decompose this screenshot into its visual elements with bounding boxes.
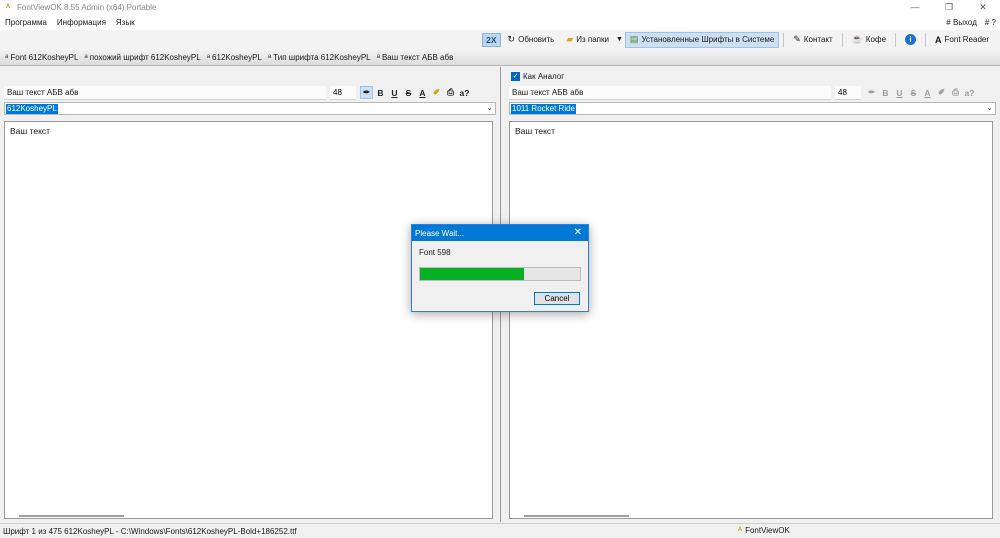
underline-button[interactable]: U: [388, 86, 401, 99]
progress-bar: [419, 267, 581, 281]
left-controls: ✒ B U S A ✐ ⎙ a?: [4, 85, 496, 100]
menu-info[interactable]: Информация: [52, 18, 111, 27]
text-color-icon[interactable]: A: [416, 86, 429, 99]
toolbar: 2X ↻ Обновить ▰ Из папки ▼ ▤ Установленн…: [0, 30, 1000, 49]
right-preview-area[interactable]: Ваш текст: [509, 121, 993, 519]
dialog-message: Font 598: [419, 248, 451, 257]
please-wait-dialog: Please Wait... ✕ Font 598 Cancel: [411, 224, 589, 312]
underline-button[interactable]: U: [893, 86, 906, 99]
progress-fill: [420, 268, 524, 280]
status-app-name: FontViewOK: [745, 525, 790, 535]
chevron-down-icon: ⌄: [486, 103, 493, 112]
right-preview-text: Ваш текст: [515, 126, 556, 136]
separator: [841, 32, 843, 47]
status-bar: Шрифт 1 из 475 612KosheyPL - C:\Windows\…: [0, 523, 1000, 538]
app-icon: ᴬ: [5, 2, 11, 12]
strike-button[interactable]: S: [907, 86, 920, 99]
tab-font-type[interactable]: ᵃ Тип шрифта 612KosheyPL: [265, 50, 374, 65]
menu-help[interactable]: # ?: [985, 18, 996, 27]
folder-icon: ▰: [566, 34, 574, 44]
right-horizontal-scrollbar[interactable]: [524, 515, 629, 517]
minimize-button[interactable]: —: [898, 0, 932, 14]
analog-checkbox[interactable]: ✓: [511, 72, 520, 81]
coffee-icon: ☕: [851, 34, 863, 44]
left-font-value: 612KosheyPL: [6, 103, 58, 114]
function-tabs: ᵃ Font 612KosheyPL ᵃ похожий шрифт 612Ko…: [0, 49, 1000, 66]
font-tab-icon: ᵃ: [206, 52, 211, 62]
tab-font[interactable]: ᵃ Font 612KosheyPL: [2, 50, 81, 65]
analog-checkbox-row[interactable]: ✓ Как Аналог: [511, 72, 564, 81]
info-icon: i: [905, 34, 917, 45]
font-tab-icon: ᵃ: [84, 52, 88, 62]
analog-label: Как Аналог: [523, 72, 565, 81]
left-preview-text: Ваш текст: [10, 126, 51, 136]
chevron-down-icon: ⌄: [986, 103, 993, 112]
restore-button[interactable]: ❐: [932, 0, 966, 14]
coffee-button[interactable]: ☕ Кофе: [847, 32, 891, 48]
menu-language[interactable]: Язык: [111, 18, 140, 27]
right-font-value: 1011 Rocket Ride: [511, 103, 576, 114]
dialog-close-icon[interactable]: ✕: [574, 227, 582, 238]
print-icon[interactable]: ⎙: [949, 86, 962, 99]
window-controls: — ❐ ✕: [898, 0, 1000, 14]
menu-exit[interactable]: # Выход: [946, 18, 977, 27]
font-a-icon: A: [935, 34, 942, 45]
right-size-input[interactable]: [835, 85, 861, 100]
strike-button[interactable]: S: [402, 86, 415, 99]
title-bar: ᴬ FontViewOK 8.55 Admin (x64) Portable —…: [0, 0, 1000, 14]
font-tab-icon: ᵃ: [267, 52, 272, 62]
window-title: FontViewOK 8.55 Admin (x64) Portable: [17, 2, 157, 12]
refresh-button[interactable]: ↻ Обновить: [503, 32, 560, 48]
font-tab-icon: ᵃ: [376, 52, 380, 62]
installed-fonts-icon: ▤: [629, 34, 639, 44]
menu-program[interactable]: Программа: [0, 18, 52, 27]
left-sample-text-input[interactable]: [4, 85, 326, 100]
edit-icon: ✎: [793, 34, 801, 44]
contact-button[interactable]: ✎ Контакт: [788, 32, 837, 48]
menu-bar: Программа Информация Язык # Выход # ?: [0, 14, 1000, 30]
font-tab-icon: ᵃ: [5, 52, 9, 62]
from-folder-button[interactable]: ▰ Из папки: [561, 32, 614, 48]
right-sample-text-input[interactable]: [509, 85, 831, 100]
app-icon: ᴬ: [738, 525, 743, 535]
tab-similar-font[interactable]: ᵃ похожий шрифт 612KosheyPL: [81, 50, 203, 65]
pen-icon[interactable]: ✒: [865, 86, 878, 99]
left-horizontal-scrollbar[interactable]: [19, 515, 124, 517]
cancel-button[interactable]: Cancel: [534, 292, 580, 305]
installed-fonts-button[interactable]: ▤ Установленные Шрифты в Системе: [624, 31, 780, 48]
dialog-title: Please Wait...: [415, 228, 465, 238]
right-format-buttons: ✒ B U S A ✐ ⎙ a?: [865, 86, 976, 99]
status-text: Шрифт 1 из 475 612KosheyPL - C:\Windows\…: [3, 526, 297, 536]
close-button[interactable]: ✕: [966, 0, 1000, 14]
left-preview-area[interactable]: Ваш текст: [4, 121, 493, 519]
dialog-title-bar: Please Wait...: [412, 225, 588, 241]
tab-font-name[interactable]: ᵃ 612KosheyPL: [204, 50, 265, 65]
highlighter-icon[interactable]: ✐: [430, 86, 443, 99]
pen-icon[interactable]: ✒: [360, 86, 373, 99]
text-color-icon[interactable]: A: [921, 86, 934, 99]
refresh-icon: ↻: [507, 34, 516, 44]
help-button[interactable]: a?: [458, 86, 471, 99]
left-size-input[interactable]: [330, 85, 356, 100]
bold-button[interactable]: B: [879, 86, 892, 99]
dropdown-arrow-icon[interactable]: ▼: [616, 36, 623, 43]
font-reader-button[interactable]: A Font Reader: [930, 32, 994, 48]
highlighter-icon[interactable]: ✐: [935, 86, 948, 99]
help-button[interactable]: a?: [963, 86, 976, 99]
separator: [925, 32, 927, 47]
print-icon[interactable]: ⎙: [444, 86, 457, 99]
status-app: ᴬ FontViewOK: [738, 525, 790, 535]
left-format-buttons: ✒ B U S A ✐ ⎙ a?: [360, 86, 471, 99]
right-font-select[interactable]: 1011 Rocket Ride ⌄: [509, 102, 996, 115]
left-font-select[interactable]: 612KosheyPL ⌄: [4, 102, 496, 115]
right-controls: ✒ B U S A ✐ ⎙ a?: [509, 85, 996, 100]
info-button[interactable]: i: [900, 32, 921, 48]
tab-your-text[interactable]: ᵃ Ваш текст АБВ абв: [374, 50, 457, 65]
separator: [783, 32, 785, 47]
zoom-2x-button[interactable]: 2X: [482, 32, 501, 47]
separator: [895, 32, 897, 47]
bold-button[interactable]: B: [374, 86, 387, 99]
